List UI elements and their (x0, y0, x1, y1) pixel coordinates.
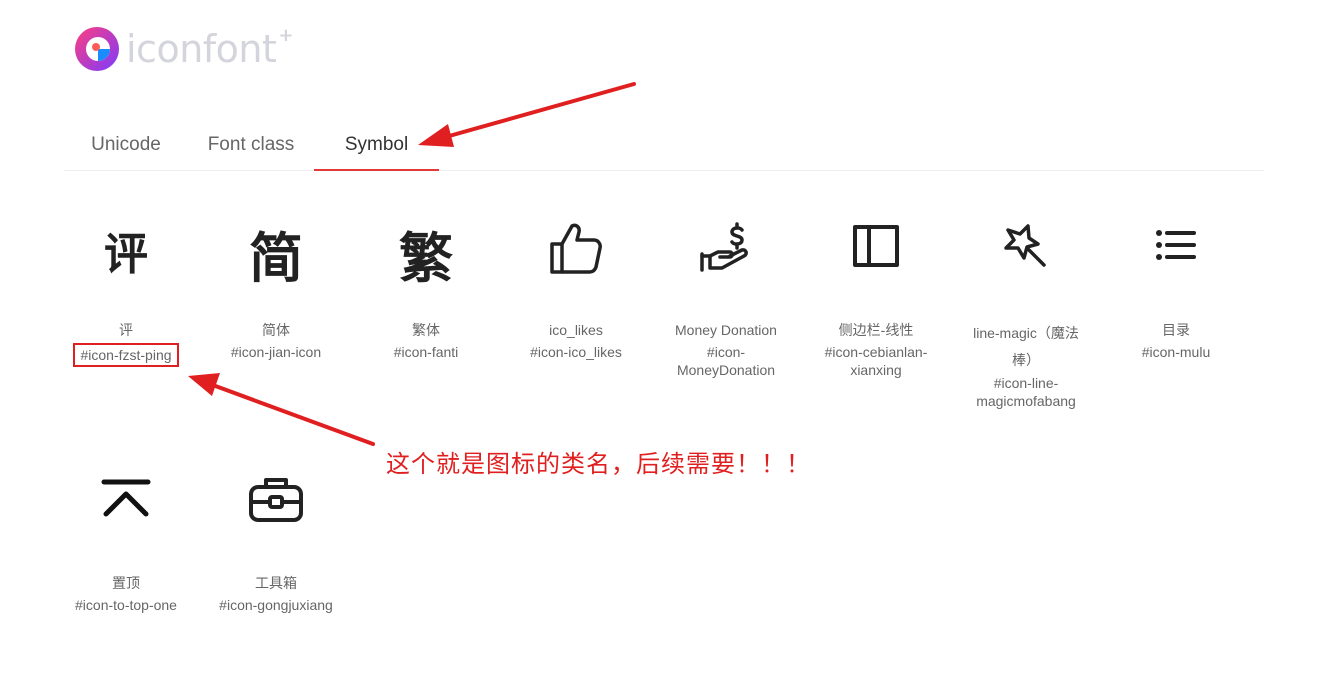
icon-name: Money Donation (675, 322, 777, 338)
tab-font-class[interactable]: Font class (194, 122, 308, 169)
icon-item[interactable]: 侧边栏-线性 #icon-cebianlan- xianxing (801, 214, 951, 379)
icon-item[interactable]: line-magic（魔法 棒） #icon-line- magicmofaba… (951, 214, 1101, 410)
icon-item[interactable]: ico_likes #icon-ico_likes (501, 214, 651, 361)
icon-class-name-line1: #icon-cebianlan- (824, 344, 928, 360)
arrow-to-class-name (208, 382, 375, 446)
arrow-head-class-name (188, 373, 220, 396)
toolbox-icon (249, 478, 303, 522)
money-donation-icon (700, 222, 748, 272)
jian-icon: 简 (249, 227, 303, 290)
icon-name: 简体 (262, 322, 290, 338)
icon-class-name: #icon-fanti (393, 344, 459, 360)
tab-symbol[interactable]: Symbol (314, 122, 439, 171)
icon-item[interactable]: 置顶 #icon-to-top-one (51, 466, 201, 614)
icon-class-name-line2: magicmofabang (976, 393, 1076, 409)
sidebar-icon (853, 225, 899, 267)
icon-class-name: #icon-to-top-one (75, 597, 177, 613)
icon-class-name-line1: #icon- (706, 344, 746, 360)
to-top-icon (101, 479, 151, 517)
icon-name: 工具箱 (255, 575, 297, 591)
icon-item[interactable]: 繁 繁体 #icon-fanti (351, 214, 501, 361)
icon-name: ico_likes (549, 322, 603, 338)
icon-item[interactable]: 目录 #icon-mulu (1101, 214, 1251, 361)
fanti-icon: 繁 (399, 227, 453, 290)
icon-name-line1: line-magic（魔法 (973, 325, 1079, 341)
icon-item[interactable]: 简 简体 #icon-jian-icon (201, 214, 351, 361)
iconfont-logo[interactable]: iconfont + (74, 24, 294, 72)
icon-class-name-line1: #icon-line- (993, 375, 1059, 391)
icon-item[interactable]: Money Donation #icon- MoneyDonation (651, 214, 801, 379)
logo-plus: + (278, 24, 294, 46)
icon-class-name: #icon-gongjuxiang (219, 597, 333, 613)
icon-name: line-magic（魔法 棒） (951, 320, 1101, 374)
annotation-text: 这个就是图标的类名，后续需要！！！ (386, 450, 811, 478)
icon-class-name-line2: MoneyDonation (676, 362, 776, 378)
tab-unicode[interactable]: Unicode (76, 122, 176, 169)
icon-class-name-line2: xianxing (850, 362, 902, 378)
icon-name: 侧边栏-线性 (838, 322, 914, 338)
icon-class-name: #icon-line- magicmofabang (951, 374, 1101, 410)
iconfont-logo-icon (75, 27, 119, 71)
icon-name: 评 (119, 322, 133, 338)
magic-wand-icon (1004, 224, 1046, 267)
icon-class-name: #icon-mulu (1141, 344, 1211, 360)
icon-item[interactable]: 评 评 #icon-fzst-ping (51, 214, 201, 367)
icon-name: 目录 (1162, 322, 1190, 338)
icon-item[interactable]: 工具箱 #icon-gongjuxiang (201, 466, 351, 614)
tab-bar: Unicode Font class Symbol (64, 122, 1264, 171)
icon-name-line2: 棒） (1012, 352, 1040, 368)
icon-class-name: #icon-ico_likes (530, 344, 622, 360)
thumbs-up-icon (550, 223, 602, 274)
logo-text: iconfont (126, 27, 277, 71)
ping-icon: 评 (104, 229, 148, 280)
icon-class-name-highlighted: #icon-fzst-ping (73, 343, 179, 367)
list-icon (1156, 230, 1196, 260)
icon-name: 置顶 (112, 575, 140, 591)
icon-class-name: #icon- MoneyDonation (651, 343, 801, 379)
icon-class-name: #icon-cebianlan- xianxing (801, 343, 951, 379)
icon-class-name: #icon-jian-icon (230, 344, 322, 360)
icon-name: 繁体 (412, 322, 440, 338)
